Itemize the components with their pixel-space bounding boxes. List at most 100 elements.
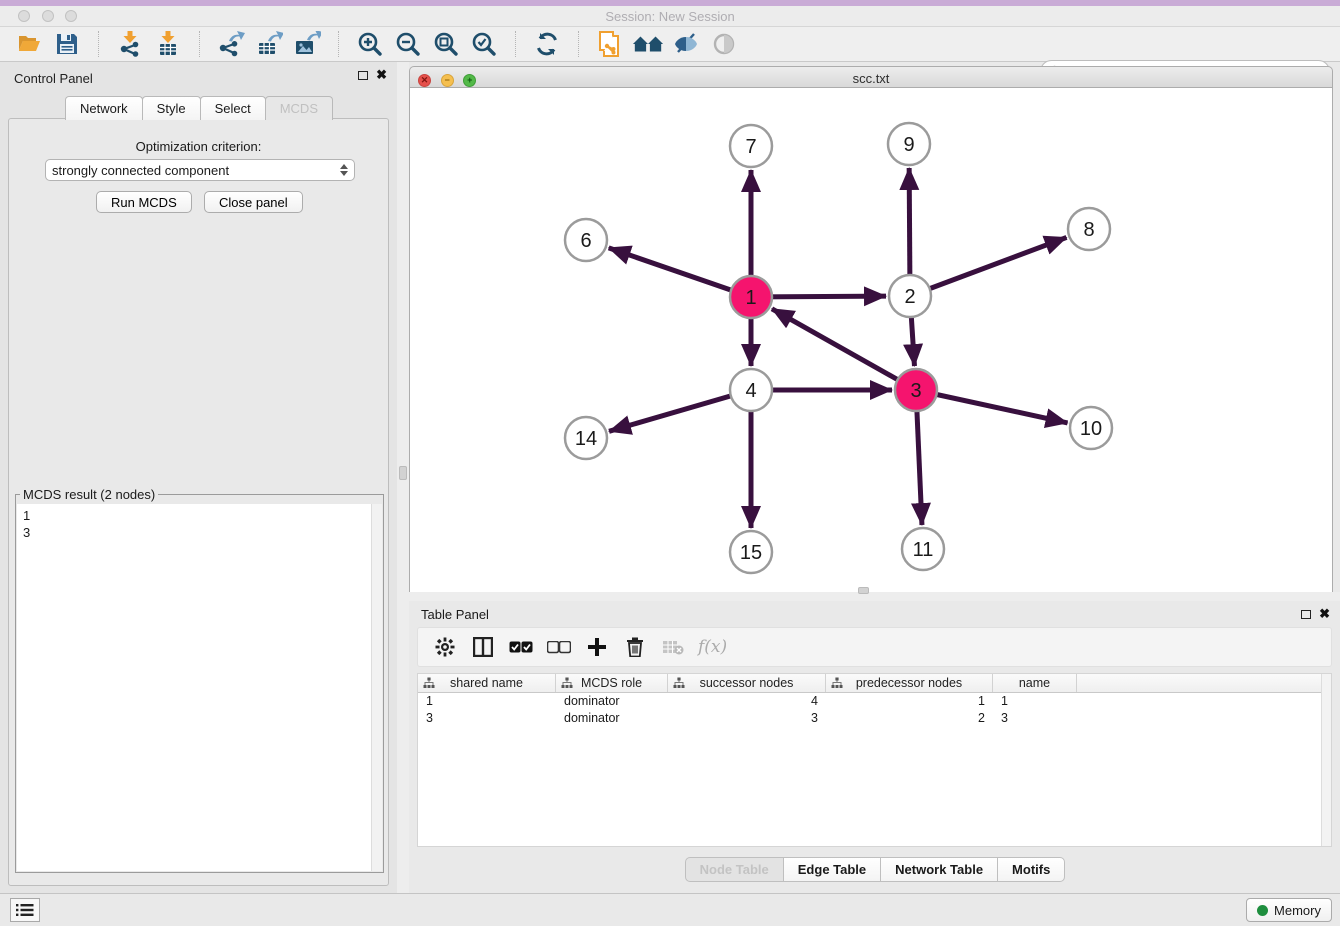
node-9[interactable]: 9 [888,123,930,165]
tab-network-table[interactable]: Network Table [880,857,998,882]
node-label: 6 [580,230,591,252]
splitter-grip[interactable] [858,587,869,594]
column-header-label: MCDS role [581,676,642,690]
tab-mcds[interactable]: MCDS [265,96,333,120]
mcds-result-line: 3 [23,524,382,541]
mcds-result-groupbox: MCDS result (2 nodes) 13 [15,487,384,873]
export-image-icon[interactable] [291,29,323,59]
node-1[interactable]: 1 [730,276,772,318]
tab-select[interactable]: Select [200,96,266,120]
table-panel-tabs: Node TableEdge TableNetwork TableMotifs [409,857,1340,882]
zoom-fit-icon[interactable] [430,29,462,59]
export-network-icon[interactable] [215,29,247,59]
column-header-MCDS-role[interactable]: MCDS role [556,674,668,692]
tab-edge-table[interactable]: Edge Table [783,857,881,882]
table-options-icon[interactable] [430,633,460,661]
column-header-label: successor nodes [700,676,794,690]
tab-node-table[interactable]: Node Table [685,857,784,882]
mcds-result-textarea[interactable]: 13 [17,504,382,871]
control-panel-title: Control Panel [14,71,93,86]
show-graphics-details-icon[interactable] [670,29,702,59]
open-session-icon[interactable] [13,29,45,59]
node-11[interactable]: 11 [902,528,944,570]
tab-style[interactable]: Style [142,96,201,120]
node-15[interactable]: 15 [730,531,772,573]
edge-2-8[interactable] [910,237,1067,296]
table-row[interactable]: 1dominator411 [418,693,1331,710]
memory-label: Memory [1274,903,1321,918]
task-history-button[interactable] [10,898,40,922]
import-network-icon[interactable] [114,29,146,59]
deselect-all-checks-icon[interactable] [544,633,574,661]
cell-successor-nodes[interactable]: 4 [668,694,826,708]
node-6[interactable]: 6 [565,219,607,261]
vertical-splitter[interactable] [397,62,409,893]
node-8[interactable]: 8 [1068,208,1110,250]
control-panel-tabs: NetworkStyleSelectMCDS [0,96,397,120]
select-all-checks-icon[interactable] [506,633,536,661]
node-7[interactable]: 7 [730,125,772,167]
application-window: Session: New Session [0,0,1340,926]
float-panel-icon[interactable] [1301,610,1311,619]
edge-1-6[interactable] [609,248,751,297]
create-column-icon[interactable] [582,633,612,661]
save-session-icon[interactable] [51,29,83,59]
cell-MCDS-role[interactable]: dominator [556,694,668,708]
float-panel-icon[interactable] [358,71,368,80]
cell-name[interactable]: 1 [993,694,1077,708]
zoom-in-icon[interactable] [354,29,386,59]
cell-shared-name[interactable]: 3 [418,711,556,725]
tab-motifs[interactable]: Motifs [997,857,1065,882]
node-label: 3 [910,380,921,402]
close-panel-button[interactable]: Close panel [204,191,303,213]
tab-network[interactable]: Network [65,96,143,120]
column-header-name[interactable]: name [993,674,1077,692]
cell-name[interactable]: 3 [993,711,1077,725]
home-views-icon[interactable] [632,29,664,59]
network-graph[interactable]: 7 9 6 8 1 2 4 3 14 10 15 11 [410,88,1334,592]
edge-3-10[interactable] [916,390,1068,423]
hide-graphics-details-icon[interactable] [708,29,740,59]
memory-button[interactable]: Memory [1246,898,1332,922]
clone-network-icon[interactable] [594,29,626,59]
delete-table-icon[interactable] [658,633,688,661]
column-header-predecessor-nodes[interactable]: predecessor nodes [826,674,993,692]
node-14[interactable]: 14 [565,417,607,459]
optimization-criterion-select[interactable]: strongly connected component [45,159,355,181]
column-header-shared-name[interactable]: shared name [418,674,556,692]
zoom-selected-icon[interactable] [468,29,500,59]
edge-3-1[interactable] [772,309,916,390]
table-scrollbar[interactable] [1321,674,1331,846]
export-table-icon[interactable] [253,29,285,59]
node-4[interactable]: 4 [730,369,772,411]
delete-column-icon[interactable] [620,633,650,661]
cell-predecessor-nodes[interactable]: 2 [826,711,993,725]
function-builder-icon[interactable]: f(x) [698,637,727,657]
horizontal-splitter[interactable] [409,592,1340,601]
node-label: 14 [575,428,597,450]
splitter-grip[interactable] [399,466,407,480]
app-titlebar[interactable]: Session: New Session [0,6,1340,27]
column-header-successor-nodes[interactable]: successor nodes [668,674,826,692]
node-3[interactable]: 3 [895,369,937,411]
apply-layout-icon[interactable] [531,29,563,59]
close-panel-icon[interactable]: ✖ [1319,609,1330,619]
run-mcds-button[interactable]: Run MCDS [96,191,192,213]
cell-predecessor-nodes[interactable]: 1 [826,694,993,708]
show-columns-icon[interactable] [468,633,498,661]
close-panel-icon[interactable]: ✖ [376,70,387,80]
import-table-icon[interactable] [152,29,184,59]
mcds-result-scrollbar[interactable] [371,504,382,871]
zoom-out-icon[interactable] [392,29,424,59]
app-title: Session: New Session [0,9,1340,24]
cell-MCDS-role[interactable]: dominator [556,711,668,725]
network-view-canvas[interactable]: 7 9 6 8 1 2 4 3 14 10 15 11 [409,88,1333,592]
node-label: 7 [745,136,756,158]
network-window-titlebar[interactable]: ✕ − + scc.txt [409,66,1333,88]
node-2[interactable]: 2 [889,275,931,317]
node-10[interactable]: 10 [1070,407,1112,449]
cell-successor-nodes[interactable]: 3 [668,711,826,725]
cell-shared-name[interactable]: 1 [418,694,556,708]
node-table[interactable]: shared name MCDS role successor nodes prede… [417,673,1332,847]
table-row[interactable]: 3dominator323 [418,710,1331,727]
